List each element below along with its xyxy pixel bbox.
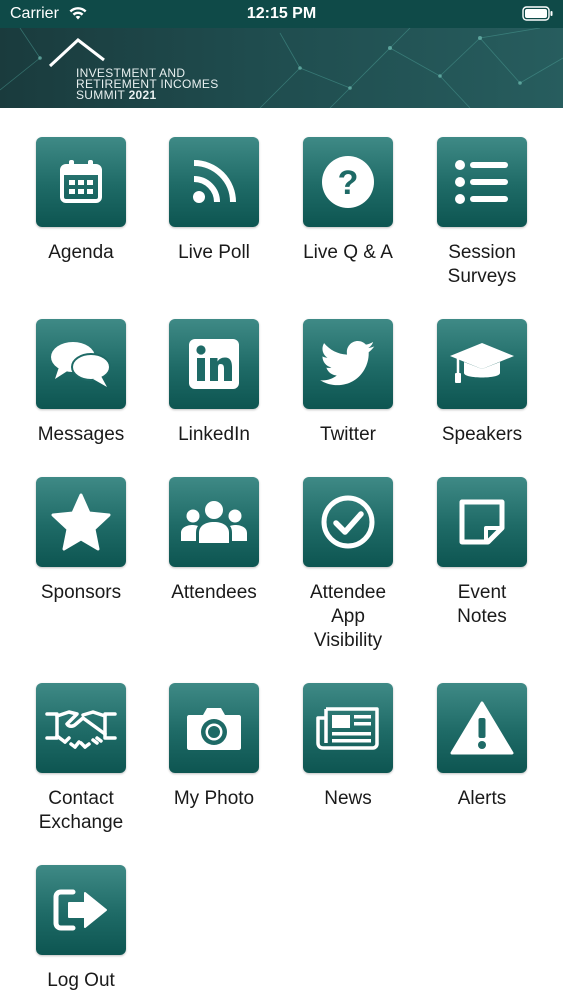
banner-year: 2021 <box>128 88 157 102</box>
note-icon <box>437 477 527 567</box>
menu-item-label: Attendees <box>171 582 257 603</box>
battery-icon <box>522 6 554 26</box>
menu-item-messages[interactable]: Messages <box>14 319 148 447</box>
graduation-cap-icon <box>437 319 527 409</box>
menu-item-agenda[interactable]: Agenda <box>14 137 148 265</box>
menu-item-label: Attendee App Visibility <box>309 582 387 651</box>
menu-item-attendees[interactable]: Attendees <box>147 477 281 605</box>
menu-item-contact-exchange[interactable]: Contact Exchange <box>14 683 148 835</box>
banner-summit-text: SUMMIT <box>76 88 125 102</box>
menu-item-event-notes[interactable]: Event Notes <box>415 477 549 629</box>
menu-item-label: Live Poll <box>178 242 250 263</box>
menu-item-linkedin[interactable]: LinkedIn <box>147 319 281 447</box>
menu-item-label: Alerts <box>457 788 507 809</box>
linkedin-icon <box>169 319 259 409</box>
menu-item-label: Twitter <box>320 424 376 445</box>
users-icon <box>169 477 259 567</box>
menu-item-label: Speakers <box>441 424 523 445</box>
newspaper-icon <box>303 683 393 773</box>
calendar-icon <box>36 137 126 227</box>
menu-item-attendee-app-visibility[interactable]: Attendee App Visibility <box>281 477 415 653</box>
menu-item-twitter[interactable]: Twitter <box>281 319 415 447</box>
banner-title-line-3: SUMMIT 2021 <box>76 88 156 102</box>
svg-text:?: ? <box>338 164 359 202</box>
question-icon: ? <box>303 137 393 227</box>
menu-item-speakers[interactable]: Speakers <box>415 319 549 447</box>
status-bar: Carrier 12:15 PM <box>0 0 563 28</box>
alert-icon <box>437 683 527 773</box>
twitter-icon <box>303 319 393 409</box>
menu-item-label: Sponsors <box>40 582 122 603</box>
menu-item-label: News <box>324 788 372 809</box>
menu-item-my-photo[interactable]: My Photo <box>147 683 281 811</box>
menu-item-label: My Photo <box>173 788 255 809</box>
menu-item-label: Messages <box>37 424 125 445</box>
star-icon <box>36 477 126 567</box>
menu-item-label: LinkedIn <box>178 424 250 445</box>
summit-logo-icon <box>48 38 105 68</box>
chat-bubbles-icon <box>36 319 126 409</box>
menu-item-live-poll[interactable]: Live Poll <box>147 137 281 265</box>
menu-item-alerts[interactable]: Alerts <box>415 683 549 811</box>
menu-item-label: Log Out <box>47 970 115 991</box>
menu-item-session-surveys[interactable]: Session Surveys <box>415 137 549 289</box>
menu-item-sponsors[interactable]: Sponsors <box>14 477 148 605</box>
clock: 12:15 PM <box>246 5 317 22</box>
menu-item-label: Contact Exchange <box>38 788 124 833</box>
menu-item-label: Session Surveys <box>447 242 517 287</box>
list-icon <box>437 137 527 227</box>
event-banner: INVESTMENT AND RETIREMENT INCOMES SUMMIT… <box>0 28 563 108</box>
logout-icon <box>36 865 126 955</box>
menu-item-label: Live Q & A <box>303 242 393 263</box>
menu-item-news[interactable]: News <box>281 683 415 811</box>
menu-item-label: Agenda <box>48 242 114 263</box>
check-circle-icon <box>303 477 393 567</box>
menu-item-label: Event Notes <box>457 582 507 627</box>
camera-icon <box>169 683 259 773</box>
rss-icon <box>169 137 259 227</box>
menu-item-live-qa[interactable]: ? Live Q & A <box>281 137 415 265</box>
handshake-icon <box>36 683 126 773</box>
menu-item-log-out[interactable]: Log Out <box>14 865 148 993</box>
